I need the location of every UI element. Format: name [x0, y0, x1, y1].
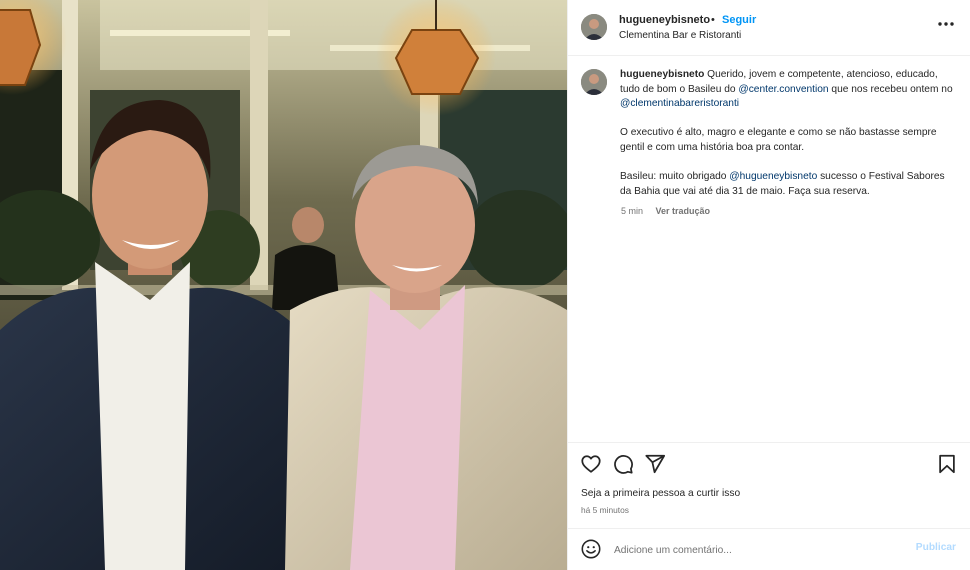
see-translation-link[interactable]: Ver tradução — [656, 206, 711, 216]
post-actions: Seja a primeira pessoa a curtir isso há … — [568, 442, 970, 530]
caption-username[interactable]: hugueneybisneto — [620, 69, 704, 80]
emoji-button[interactable] — [580, 538, 602, 560]
caption-age: 5 min — [621, 206, 644, 216]
post-photo[interactable] — [0, 0, 567, 570]
comment-icon — [614, 455, 633, 474]
share-icon — [645, 454, 666, 474]
author-avatar[interactable] — [581, 14, 607, 40]
post-photo-image — [0, 0, 567, 570]
caption-avatar[interactable] — [581, 69, 607, 95]
share-button[interactable] — [644, 453, 666, 475]
post-header: hugueneybisneto • Seguir Clementina Bar … — [568, 0, 970, 56]
like-button[interactable] — [580, 453, 602, 475]
post-caption: hugueneybisneto Querido, jovem e compete… — [620, 68, 955, 214]
comment-button[interactable] — [612, 453, 634, 475]
caption-text: Basileu: muito obrigado — [620, 171, 730, 183]
follow-button[interactable]: Seguir — [722, 14, 756, 26]
emoji-icon — [581, 539, 601, 559]
bookmark-icon — [939, 454, 955, 474]
post-side-panel: hugueneybisneto • Seguir Clementina Bar … — [567, 0, 970, 570]
caption-text: que nos recebeu ontem no — [828, 83, 953, 95]
post-location[interactable]: Clementina Bar e Ristoranti — [619, 30, 741, 41]
mention-link[interactable]: @hugueneybisneto — [729, 171, 817, 182]
likes-summary[interactable]: Seja a primeira pessoa a curtir isso — [581, 488, 740, 499]
separator-dot: • — [711, 14, 715, 26]
more-horizontal-icon — [938, 22, 954, 26]
mention-link[interactable]: @clementinabareristoranti — [620, 98, 739, 109]
author-username[interactable]: hugueneybisneto — [619, 14, 710, 26]
heart-icon — [581, 455, 601, 473]
caption-paragraph-3: Basileu: muito obrigado @hugueneybisneto… — [620, 170, 955, 199]
caption-paragraph-1: hugueneybisneto Querido, jovem e compete… — [620, 68, 955, 112]
comment-bar: Publicar — [568, 528, 970, 570]
caption-meta: 5 min Ver tradução — [621, 206, 720, 216]
more-options-button[interactable] — [936, 16, 956, 32]
publish-button[interactable]: Publicar — [916, 542, 956, 553]
avatar-image — [581, 69, 607, 95]
save-button[interactable] — [936, 453, 958, 475]
post-timestamp[interactable]: há 5 minutos — [581, 505, 629, 515]
avatar-image — [581, 14, 607, 40]
mention-link[interactable]: @center.convention — [738, 84, 828, 95]
comment-input[interactable] — [612, 539, 906, 561]
caption-paragraph-2: O executivo é alto, magro e elegante e c… — [620, 127, 937, 153]
